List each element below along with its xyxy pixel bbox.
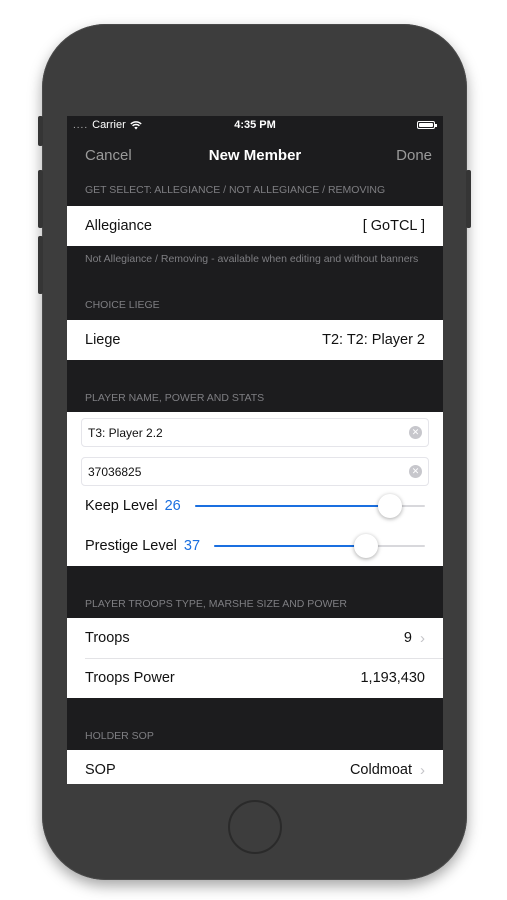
allegiance-group: Allegiance [ GoTCL ] [67, 206, 443, 246]
sop-section-header: HOLDER SOP [85, 730, 154, 742]
prestige-level-slider[interactable] [213, 534, 425, 558]
volume-up-button [38, 170, 43, 228]
allegiance-value: [ GoTCL ] [362, 218, 425, 234]
clock: 4:35 PM [234, 119, 276, 131]
allegiance-section-footer: Not Allegiance / Removing - available wh… [85, 253, 419, 265]
mute-switch [38, 116, 43, 146]
player-name-field[interactable]: T3: Player 2.2 ✕ [81, 418, 429, 447]
keep-level-value: 26 [164, 498, 181, 514]
troops-power-value: 1,193,430 [360, 670, 425, 686]
liege-row[interactable]: Liege T2: T2: Player 2 [67, 320, 443, 360]
allegiance-row[interactable]: Allegiance [ GoTCL ] [67, 206, 443, 246]
sop-row[interactable]: SOP Coldmoat › [67, 750, 443, 784]
troops-value: 9 [403, 630, 412, 646]
player-section-header: PLAYER NAME, POWER AND STATS [85, 392, 265, 404]
player-name-text: T3: Player 2.2 [88, 425, 163, 440]
troops-value-wrap: 9 › [404, 630, 425, 647]
keep-level-label: Keep Level [85, 498, 158, 514]
liege-label: Liege [85, 332, 121, 348]
slider-thumb[interactable] [353, 534, 378, 558]
allegiance-label: Allegiance [85, 218, 152, 234]
allegiance-section-header: GET SELECT: ALLEGIANCE / NOT ALLEGIANCE … [85, 184, 386, 196]
sop-value-wrap: Coldmoat › [350, 762, 425, 779]
slider-thumb[interactable] [378, 494, 403, 518]
slider-fill [213, 545, 366, 547]
liege-group: Liege T2: T2: Player 2 [67, 320, 443, 360]
troops-section-header: PLAYER TROOPS TYPE, MARSHE SIZE AND POWE… [85, 598, 347, 610]
player-power-text: 37036825 [88, 464, 142, 479]
sop-group: SOP Coldmoat › [67, 750, 443, 784]
clear-icon[interactable]: ✕ [409, 465, 422, 478]
prestige-level-row: Prestige Level 37 [67, 526, 443, 566]
home-button[interactable] [228, 800, 282, 854]
keep-level-slider[interactable] [194, 494, 425, 518]
troops-power-label: Troops Power [85, 670, 175, 686]
sop-label: SOP [85, 762, 116, 778]
troops-label: Troops [85, 630, 130, 646]
chevron-right-icon: › [420, 761, 425, 779]
done-button[interactable]: Done [396, 147, 432, 164]
screen: .... Carrier 4:35 PM Cancel New Member D… [67, 116, 443, 784]
liege-value: T2: T2: Player 2 [322, 332, 425, 348]
volume-down-button [38, 236, 43, 294]
navigation-bar: Cancel New Member Done [67, 136, 443, 174]
prestige-level-value: 37 [183, 538, 201, 554]
power-button [466, 170, 471, 228]
keep-level-row: Keep Level 26 [67, 486, 443, 526]
clear-icon[interactable]: ✕ [409, 426, 422, 439]
status-bar: .... Carrier 4:35 PM [67, 116, 443, 136]
player-power-field[interactable]: 37036825 ✕ [81, 457, 429, 486]
chevron-right-icon: › [420, 629, 425, 647]
troops-power-row: Troops Power 1,193,430 [67, 658, 443, 698]
slider-fill [194, 505, 391, 507]
liege-section-header: CHOICE LIEGE [85, 299, 160, 311]
battery-icon [417, 121, 437, 129]
prestige-level-label: Prestige Level [85, 538, 177, 554]
cancel-button[interactable]: Cancel [85, 147, 132, 164]
player-group: T3: Player 2.2 ✕ 37036825 ✕ Keep Level 2… [67, 412, 443, 566]
troops-group: Troops 9 › Troops Power 1,193,430 [67, 618, 443, 698]
sop-value: Coldmoat [349, 762, 412, 778]
troops-row[interactable]: Troops 9 › [67, 618, 443, 658]
